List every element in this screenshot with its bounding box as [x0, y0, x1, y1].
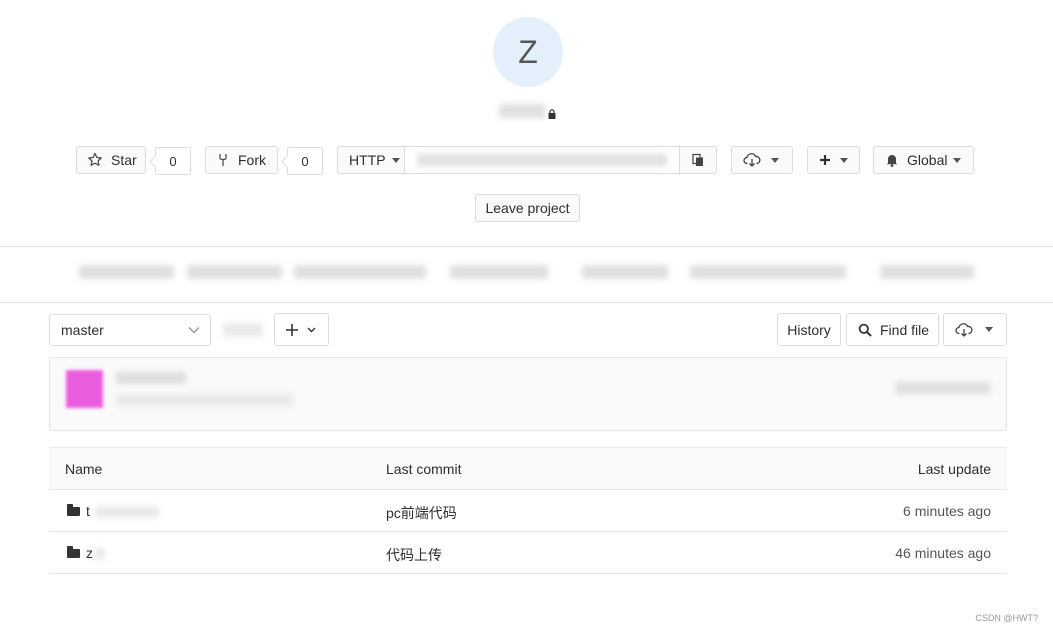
star-count[interactable]: 0: [155, 147, 191, 175]
find-file-button[interactable]: Find file: [846, 313, 939, 346]
copy-url-button[interactable]: [679, 146, 717, 174]
branch-select[interactable]: master: [49, 314, 211, 346]
search-icon: [858, 323, 872, 337]
column-header-last-update: Last update: [917, 461, 991, 477]
chevron-down-icon: [985, 327, 993, 332]
project-avatar: Z: [493, 17, 563, 87]
clipboard-icon: [691, 153, 705, 167]
nav-item-redacted[interactable]: [294, 265, 426, 279]
star-button[interactable]: Star: [76, 146, 146, 174]
fork-button[interactable]: Fork: [205, 146, 278, 174]
folder-icon: [67, 546, 80, 558]
plus-icon: [819, 154, 831, 166]
nav-item-redacted[interactable]: [187, 265, 282, 279]
chevron-down-icon: [771, 157, 779, 163]
table-row[interactable]: t pc前端代码 6 minutes ago: [49, 490, 1007, 532]
nav-item-redacted[interactable]: [582, 265, 668, 279]
last-commit-panel: [49, 357, 1007, 431]
history-button[interactable]: History: [777, 313, 841, 346]
download-dropdown[interactable]: [731, 146, 793, 174]
file-name[interactable]: t: [86, 503, 90, 519]
nav-item-redacted[interactable]: [79, 265, 174, 279]
cloud-download-icon: [955, 322, 973, 337]
add-dropdown[interactable]: [807, 146, 860, 174]
star-label: Star: [111, 152, 137, 168]
fork-icon: [218, 153, 228, 167]
clone-url-redacted: [417, 154, 667, 166]
chevron-down-icon: [307, 327, 316, 333]
nav-item-redacted[interactable]: [880, 265, 974, 279]
bell-icon: [885, 153, 899, 167]
file-name-redacted: [95, 506, 159, 518]
watermark: CSDN @HWT?: [975, 613, 1038, 623]
fork-label: Fork: [238, 152, 266, 168]
plus-icon: [285, 323, 299, 337]
chevron-down-icon: [188, 326, 200, 334]
project-name-redacted: [499, 104, 545, 118]
find-file-label: Find file: [880, 321, 930, 338]
update-time: 6 minutes ago: [903, 503, 991, 519]
table-header: Name Last commit Last update: [49, 447, 1007, 490]
history-label: History: [787, 321, 831, 338]
update-time: 46 minutes ago: [895, 545, 991, 561]
nav-item-redacted[interactable]: [450, 265, 548, 279]
nav-divider-bottom: [0, 302, 1053, 303]
notification-dropdown[interactable]: Global: [873, 146, 974, 174]
repo-download-dropdown[interactable]: [943, 313, 1007, 346]
star-count-value: 0: [169, 153, 177, 169]
project-avatar-letter: Z: [518, 33, 538, 70]
fork-count[interactable]: 0: [287, 147, 323, 175]
file-name[interactable]: z: [86, 545, 93, 561]
commit-sha-redacted[interactable]: [896, 382, 990, 394]
star-icon: [87, 152, 103, 168]
branch-name: master: [61, 322, 104, 338]
clone-protocol-label: HTTP: [349, 152, 386, 168]
fork-count-value: 0: [301, 153, 309, 169]
commit-message[interactable]: pc前端代码: [386, 503, 457, 523]
breadcrumb-redacted: [223, 323, 263, 337]
leave-project-button[interactable]: Leave project: [475, 194, 580, 222]
project-nav: [0, 247, 1053, 302]
clone-protocol-dropdown[interactable]: HTTP: [337, 146, 405, 174]
chevron-down-icon: [953, 157, 962, 163]
notification-label: Global: [907, 152, 948, 168]
folder-icon: [67, 504, 80, 516]
clone-url-input[interactable]: [404, 146, 680, 174]
commit-message[interactable]: 代码上传: [386, 545, 442, 565]
chevron-down-icon: [391, 157, 400, 163]
nav-item-redacted[interactable]: [690, 265, 846, 279]
table-row[interactable]: z 代码上传 46 minutes ago: [49, 532, 1007, 574]
leave-project-label: Leave project: [485, 200, 570, 216]
column-header-last-commit: Last commit: [386, 461, 462, 477]
commit-meta-redacted: [116, 394, 294, 406]
file-name-redacted: [95, 548, 105, 560]
cloud-download-icon: [743, 153, 761, 167]
add-to-tree-dropdown[interactable]: [274, 313, 329, 346]
lock-icon: [548, 106, 556, 122]
column-header-name: Name: [65, 461, 103, 477]
chevron-down-icon: [840, 157, 848, 163]
commit-author-avatar[interactable]: [66, 370, 103, 408]
commit-title-redacted[interactable]: [116, 372, 186, 384]
